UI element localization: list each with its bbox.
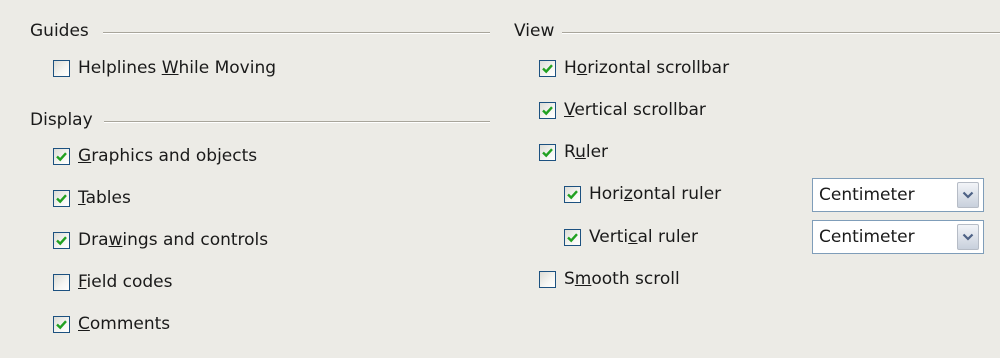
- checkmark-icon: [542, 147, 553, 157]
- guides-section-title: Guides: [30, 21, 89, 41]
- graphics-and-objects-checkbox[interactable]: Graphics and objects: [53, 146, 257, 166]
- guides-divider: [103, 32, 490, 34]
- horizontal-ruler-label: Horizontal ruler: [589, 184, 722, 204]
- chevron-down-icon[interactable]: [957, 182, 979, 208]
- vertical-scrollbar-label: Vertical scrollbar: [564, 100, 706, 120]
- helplines-while-moving-label: Helplines While Moving: [78, 58, 277, 78]
- checkbox-box[interactable]: [53, 147, 70, 165]
- checkbox-box[interactable]: [53, 59, 70, 77]
- ruler-checkbox[interactable]: Ruler: [539, 142, 608, 162]
- vertical-ruler-checkbox[interactable]: Vertical ruler: [564, 227, 698, 247]
- horizontal-ruler-unit-select[interactable]: Centimeter: [812, 178, 984, 212]
- display-section-title: Display: [30, 110, 93, 130]
- checkmark-icon: [56, 319, 67, 329]
- checkbox-box[interactable]: [53, 273, 70, 291]
- graphics-and-objects-label: Graphics and objects: [78, 146, 258, 166]
- ruler-label: Ruler: [564, 142, 609, 162]
- vertical-scrollbar-checkbox[interactable]: Vertical scrollbar: [539, 100, 706, 120]
- tables-label: Tables: [78, 188, 131, 208]
- checkmark-icon: [56, 235, 67, 245]
- drawings-and-controls-label: Drawings and controls: [78, 230, 269, 250]
- checkmark-icon: [567, 189, 578, 199]
- comments-label: Comments: [78, 314, 171, 334]
- checkmark-icon: [56, 151, 67, 161]
- checkmark-icon: [542, 105, 553, 115]
- drawings-and-controls-checkbox[interactable]: Drawings and controls: [53, 230, 268, 250]
- checkbox-box[interactable]: [53, 189, 70, 207]
- tables-checkbox[interactable]: Tables: [53, 188, 131, 208]
- checkbox-box[interactable]: [564, 228, 581, 246]
- checkbox-box[interactable]: [539, 270, 556, 288]
- vertical-ruler-unit-value: Centimeter: [819, 227, 915, 247]
- checkbox-box[interactable]: [53, 231, 70, 249]
- checkmark-icon: [542, 63, 553, 73]
- checkbox-box[interactable]: [539, 143, 556, 161]
- comments-checkbox[interactable]: Comments: [53, 314, 170, 334]
- horizontal-scrollbar-label: Horizontal scrollbar: [564, 58, 730, 78]
- vertical-ruler-label: Vertical ruler: [589, 227, 698, 247]
- view-section-title: View: [514, 21, 555, 41]
- horizontal-ruler-unit-value: Centimeter: [819, 185, 915, 205]
- smooth-scroll-checkbox[interactable]: Smooth scroll: [539, 269, 680, 289]
- field-codes-label: Field codes: [78, 272, 173, 292]
- checkbox-box[interactable]: [539, 59, 556, 77]
- checkmark-icon: [567, 232, 578, 242]
- helplines-while-moving-checkbox[interactable]: Helplines While Moving: [53, 58, 276, 78]
- horizontal-ruler-checkbox[interactable]: Horizontal ruler: [564, 184, 721, 204]
- chevron-down-icon[interactable]: [957, 224, 979, 250]
- checkbox-box[interactable]: [53, 315, 70, 333]
- field-codes-checkbox[interactable]: Field codes: [53, 272, 173, 292]
- horizontal-scrollbar-checkbox[interactable]: Horizontal scrollbar: [539, 58, 729, 78]
- vertical-ruler-unit-select[interactable]: Centimeter: [812, 220, 984, 254]
- display-divider: [104, 121, 490, 123]
- view-divider: [562, 32, 1000, 34]
- checkbox-box[interactable]: [539, 101, 556, 119]
- checkbox-box[interactable]: [564, 185, 581, 203]
- smooth-scroll-label: Smooth scroll: [564, 269, 680, 289]
- checkmark-icon: [56, 193, 67, 203]
